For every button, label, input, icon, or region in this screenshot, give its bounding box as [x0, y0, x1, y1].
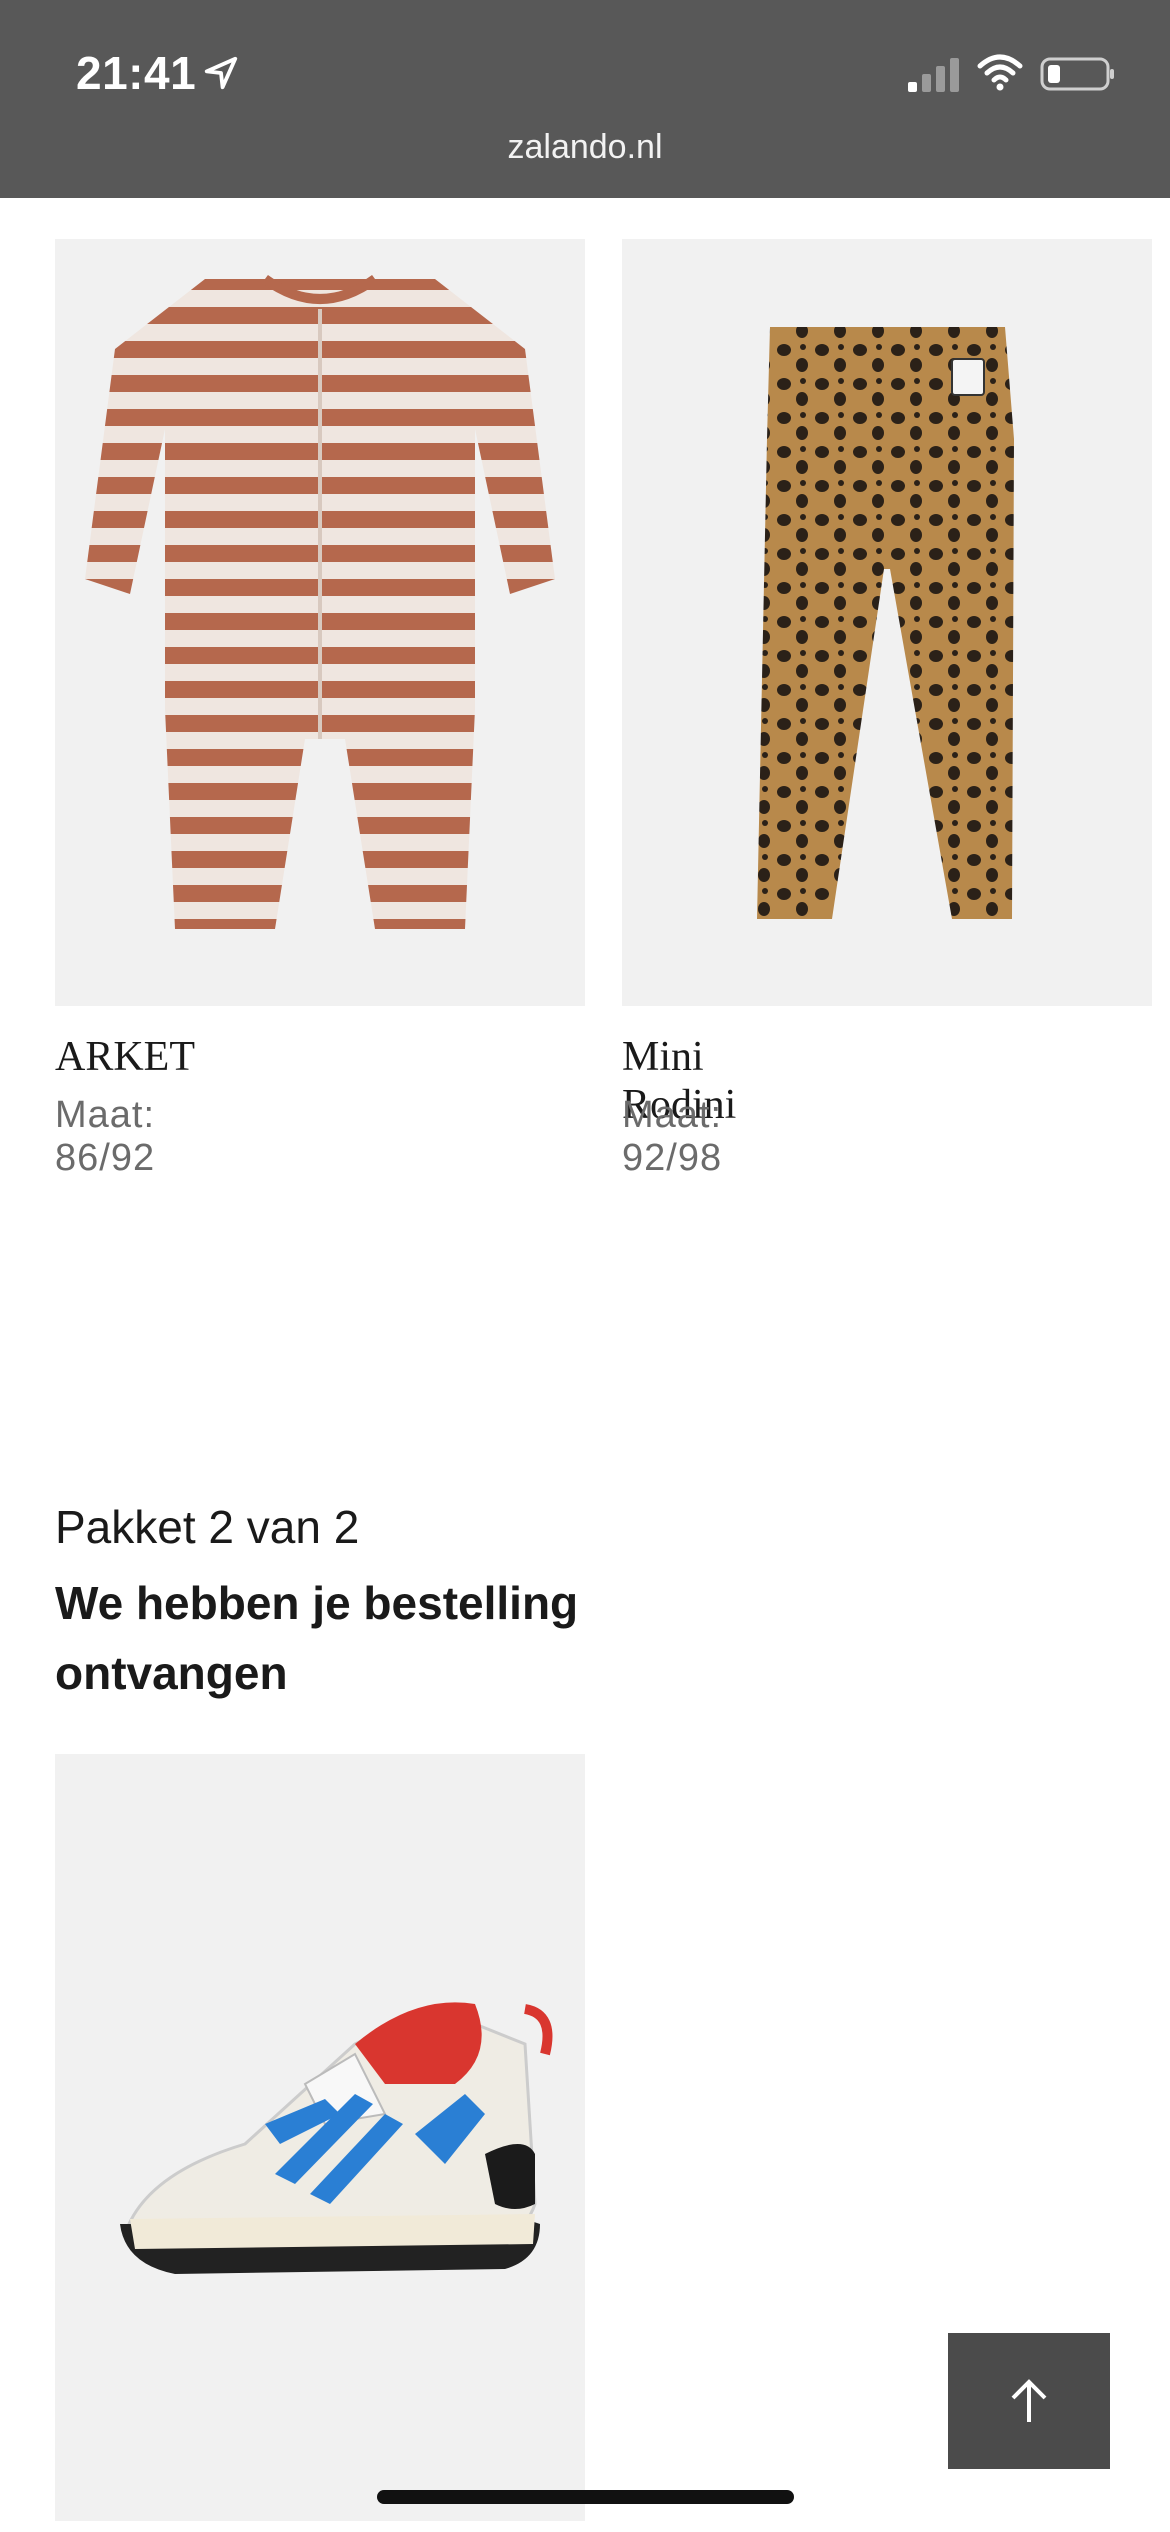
product-image-sneaker[interactable]	[55, 1754, 585, 2521]
product-image-leopard-leggings[interactable]	[622, 239, 1152, 1006]
home-indicator[interactable]	[377, 2490, 794, 2504]
package-count: Pakket 2 van 2	[55, 1501, 360, 1553]
wifi-icon	[977, 54, 1023, 91]
arrow-up-icon	[1011, 2379, 1047, 2422]
product-brand: ARKET	[55, 1034, 195, 1080]
status-time: 21:41	[76, 47, 197, 99]
battery-icon	[1040, 57, 1114, 91]
location-arrow-icon	[204, 56, 238, 90]
product-image-striped-romper[interactable]	[55, 239, 585, 1006]
striped-romper-illustration	[85, 274, 555, 929]
url-bar[interactable]: zalando.nl	[0, 128, 1170, 167]
package-status-title: We hebben je bestelling ontvangen	[55, 1577, 579, 1699]
product-size: Maat: 86/92	[55, 1094, 156, 1179]
back-to-top-button[interactable]	[948, 2333, 1110, 2469]
signal-icon	[908, 58, 959, 92]
product-size: Maat: 92/98	[622, 1094, 723, 1179]
leopard-leggings-illustration	[757, 327, 1014, 919]
status-bar: 21:41 zalando.nl	[0, 0, 1170, 198]
sneaker-illustration	[120, 2002, 553, 2274]
